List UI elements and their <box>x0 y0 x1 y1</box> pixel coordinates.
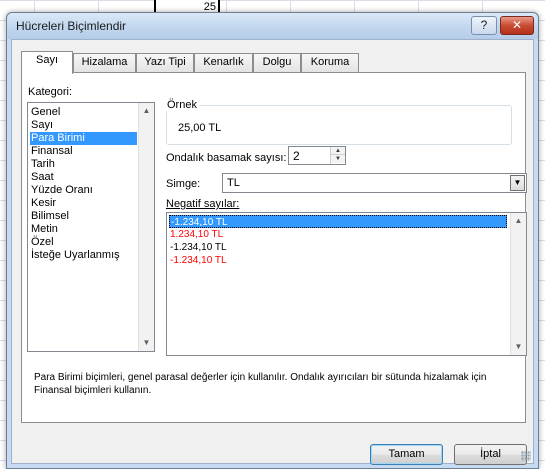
symbol-value: TL <box>227 177 240 189</box>
negative-numbers-list[interactable]: -1.234,10 TL 1.234,10 TL -1.234,10 TL -1… <box>166 212 527 356</box>
category-item[interactable]: Metin <box>30 223 137 236</box>
decrement-icon[interactable]: ▼ <box>331 155 345 163</box>
format-cells-dialog: Hücreleri Biçimlendir ? ✕ Sayı Hizalama … <box>6 12 539 469</box>
dialog-title: Hücreleri Biçimlendir <box>16 19 127 33</box>
negative-format-item-selected[interactable]: -1.234,10 TL <box>169 215 507 228</box>
category-item[interactable]: Tarih <box>30 158 137 171</box>
scroll-down-icon[interactable]: ▼ <box>139 335 154 351</box>
dialog-body: Sayı Hizalama Yazı Tipi Kenarlık Dolgu K… <box>11 39 534 465</box>
decimal-places-label: Ondalık basamak sayısı: <box>166 152 287 164</box>
category-scrollbar[interactable]: ▲ ▼ <box>138 103 154 351</box>
symbol-dropdown[interactable]: TL ▼ <box>222 173 527 193</box>
help-button[interactable]: ? <box>471 16 497 35</box>
tab-koruma[interactable]: Koruma <box>301 53 359 72</box>
scroll-up-icon[interactable]: ▲ <box>139 103 154 119</box>
category-item[interactable]: Sayı <box>30 119 137 132</box>
decimal-places-value[interactable]: 2 <box>293 149 300 163</box>
title-bar: Hücreleri Biçimlendir ? ✕ <box>7 13 538 39</box>
sample-label: Örnek <box>165 99 199 111</box>
negative-format-item[interactable]: -1.234,10 TL <box>169 254 507 267</box>
tab-yazi-tipi[interactable]: Yazı Tipi <box>136 53 194 72</box>
increment-icon[interactable]: ▲ <box>331 147 345 155</box>
resize-grip-icon <box>521 451 531 461</box>
number-tab-panel: Kategori: Genel Sayı Para Birimi Finansa… <box>21 72 527 423</box>
category-label: Kategori: <box>28 86 73 98</box>
category-item[interactable]: Finansal <box>30 145 137 158</box>
tab-hizalama[interactable]: Hizalama <box>73 53 136 72</box>
scroll-down-icon[interactable]: ▼ <box>511 339 526 355</box>
decimal-places-stepper[interactable]: 2 ▲ ▼ <box>288 146 346 165</box>
tab-dolgu[interactable]: Dolgu <box>253 53 301 72</box>
chevron-down-icon[interactable]: ▼ <box>510 175 525 191</box>
tab-sayi[interactable]: Sayı <box>21 51 73 74</box>
category-item-selected[interactable]: Para Birimi <box>30 132 137 145</box>
category-item[interactable]: Bilimsel <box>30 210 137 223</box>
negative-numbers-label: Negatif sayılar: <box>166 198 240 210</box>
negative-format-item[interactable]: 1.234,10 TL <box>169 228 507 241</box>
category-item[interactable]: Kesir <box>30 197 137 210</box>
tab-kenarlik[interactable]: Kenarlık <box>194 53 253 72</box>
scroll-up-icon[interactable]: ▲ <box>511 213 526 229</box>
stepper-buttons: ▲ ▼ <box>330 147 345 164</box>
symbol-label: Simge: <box>166 178 201 190</box>
sample-value: 25,00 TL <box>178 122 222 134</box>
format-description: Para Birimi biçimleri, genel parasal değ… <box>34 372 487 396</box>
category-item[interactable]: Özel <box>30 236 137 249</box>
category-item[interactable]: Yüzde Oranı <box>30 184 137 197</box>
category-list[interactable]: Genel Sayı Para Birimi Finansal Tarih Sa… <box>27 102 155 352</box>
close-button[interactable]: ✕ <box>500 16 534 35</box>
category-item[interactable]: Genel <box>30 106 137 119</box>
negative-list-scrollbar[interactable]: ▲ ▼ <box>510 213 526 355</box>
category-item[interactable]: Saat <box>30 171 137 184</box>
cancel-button[interactable]: İptal <box>454 444 527 465</box>
negative-format-item[interactable]: -1.234,10 TL <box>169 241 507 254</box>
ok-button[interactable]: Tamam <box>370 444 443 465</box>
category-item[interactable]: İsteğe Uyarlanmış <box>30 249 137 262</box>
